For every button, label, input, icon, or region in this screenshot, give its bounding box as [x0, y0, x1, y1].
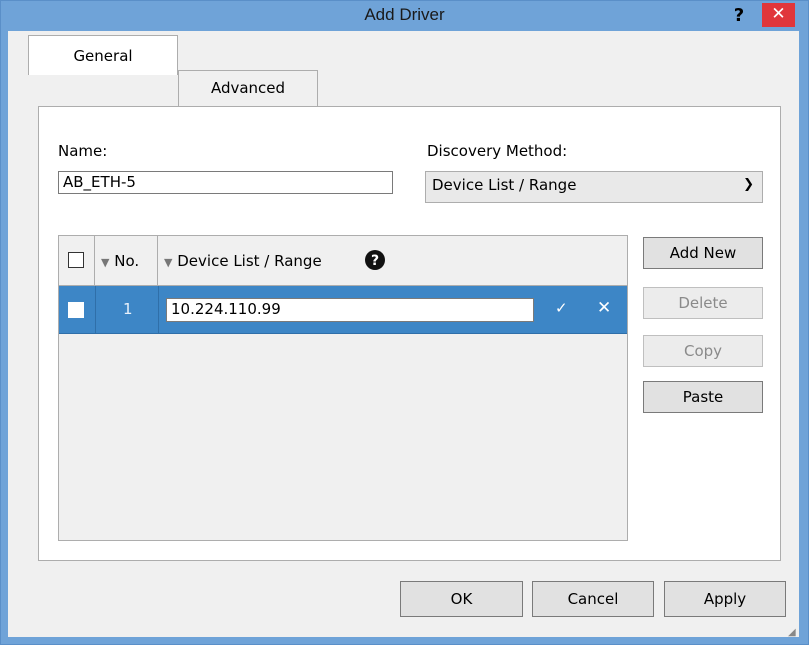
help-circle-icon[interactable]: ? [365, 250, 385, 270]
header-device-column[interactable]: ▼ Device List / Range ? [158, 236, 627, 286]
sort-triangle-icon: ▼ [101, 256, 110, 269]
column-divider [95, 286, 96, 334]
confirm-icon[interactable]: ✓ [555, 299, 568, 317]
tab-advanced[interactable]: Advanced [178, 70, 318, 106]
name-label: Name: [58, 142, 108, 160]
close-icon: ✕ [771, 4, 786, 24]
svg-text:?: ? [371, 253, 379, 269]
resize-grip-icon[interactable]: ◢ [788, 627, 796, 638]
column-no-label: No. [114, 252, 140, 270]
help-button[interactable]: ? [727, 4, 751, 28]
device-grid: ▼ No. ▼ Device List / Range ? 1 10.224.1… [58, 235, 628, 541]
cancel-edit-icon[interactable]: ✕ [597, 298, 611, 318]
discovery-method-value: Device List / Range [432, 176, 577, 194]
device-range-input[interactable]: 10.224.110.99 [166, 298, 534, 322]
chevron-down-icon: ❯ [743, 177, 754, 192]
name-field[interactable]: AB_ETH-5 [58, 171, 393, 194]
select-all-checkbox[interactable] [68, 252, 84, 268]
table-row[interactable]: 1 10.224.110.99 ✓ ✕ [59, 286, 627, 334]
add-new-button[interactable]: Add New [643, 237, 763, 269]
title-bar[interactable]: Add Driver ? ✕ [1, 1, 808, 31]
apply-button[interactable]: Apply [664, 581, 786, 617]
discovery-method-label: Discovery Method: [427, 142, 568, 160]
header-no-column[interactable]: ▼ No. [95, 236, 158, 286]
header-select-cell [59, 236, 95, 286]
paste-button[interactable]: Paste [643, 381, 763, 413]
close-button[interactable]: ✕ [762, 3, 795, 27]
column-device-label: Device List / Range [177, 252, 322, 270]
cancel-button[interactable]: Cancel [532, 581, 654, 617]
copy-button[interactable]: Copy [643, 335, 763, 367]
ok-button[interactable]: OK [400, 581, 523, 617]
delete-button[interactable]: Delete [643, 287, 763, 319]
sort-triangle-icon: ▼ [164, 256, 173, 269]
tab-general[interactable]: General [28, 35, 178, 75]
discovery-method-select[interactable]: Device List / Range ❯ [425, 171, 763, 203]
row-number: 1 [123, 300, 133, 318]
grid-header: ▼ No. ▼ Device List / Range ? [59, 236, 627, 286]
column-divider [158, 286, 159, 334]
row-checkbox[interactable] [68, 302, 84, 318]
dialog-title: Add Driver [364, 5, 445, 24]
